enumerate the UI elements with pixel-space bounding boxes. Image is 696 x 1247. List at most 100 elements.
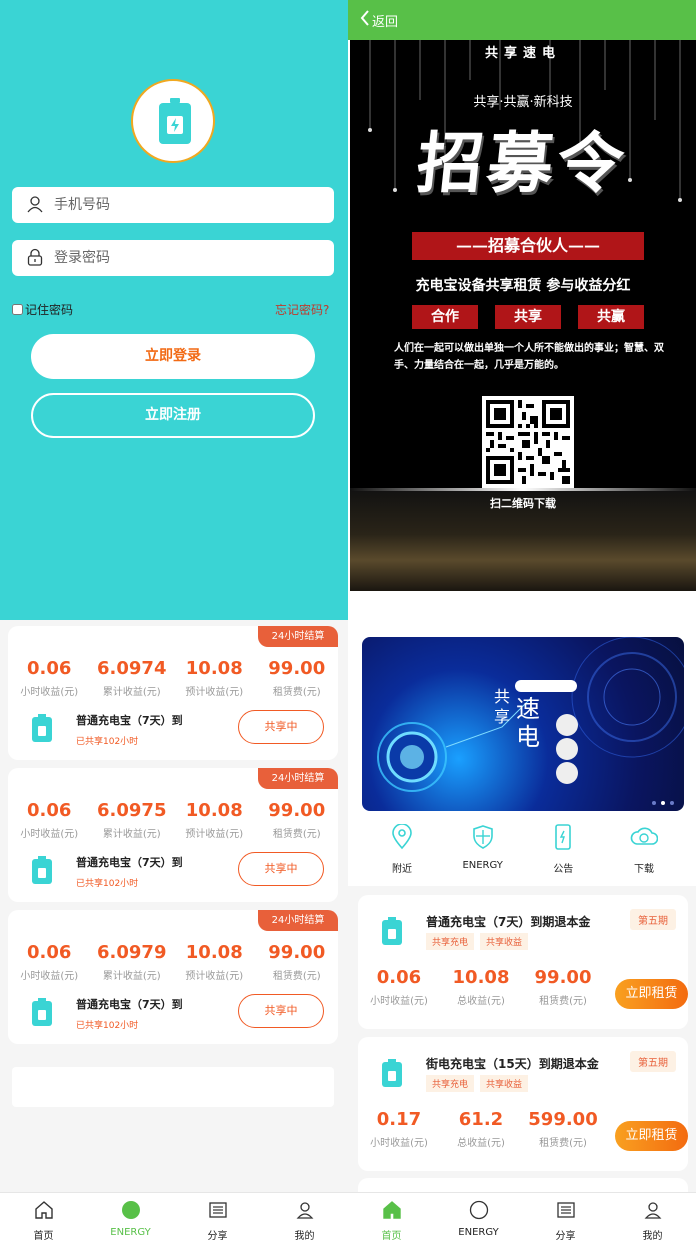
order-card[interactable]: 24小时结算 0.06 小时收益(元) 6.0979 累计收益(元) 10.08 预计…: [8, 910, 338, 1044]
home-banner-carousel[interactable]: 共 享 速 电: [362, 637, 684, 811]
rent-now-button[interactable]: 立即租赁: [615, 1121, 688, 1151]
quick-item-download[interactable]: 下载: [604, 824, 684, 875]
remember-label: 记住密码: [25, 303, 74, 317]
stat-label: 租赁费(元): [539, 996, 587, 1007]
tab-energy[interactable]: ENERGY: [87, 1193, 174, 1247]
forgot-password-link[interactable]: 忘记密码?: [275, 301, 329, 318]
stat-label: 预计收益(元): [185, 971, 244, 982]
tab-home[interactable]: 首页: [348, 1193, 435, 1247]
banner-word: 电: [516, 723, 540, 751]
order-shared-hours: 已共享102小时: [76, 879, 139, 889]
tab-share[interactable]: 分享: [174, 1193, 261, 1247]
energy-dot-icon: [121, 1201, 140, 1219]
quick-label: 下载: [633, 864, 654, 875]
power-bank-icon: [32, 714, 52, 742]
stat-value: 10.08: [452, 967, 510, 988]
power-bank-icon: [32, 998, 52, 1026]
sharing-button[interactable]: 共享中: [238, 994, 324, 1028]
tab-mine[interactable]: 我的: [609, 1193, 696, 1247]
tab-share[interactable]: 分享: [522, 1193, 609, 1247]
tab-label: ENERGY: [458, 1227, 499, 1238]
stat-label: 小时收益(元): [20, 829, 79, 840]
settlement-badge: 24小时结算: [258, 910, 338, 931]
tab-label: 首页: [381, 1231, 402, 1242]
poster-page: 返回 共享速电 共享·共赢·新科技 招募令 ——招募合伙人—— 充电宝设备共享租…: [348, 0, 696, 620]
period-badge: 第五期: [630, 1051, 676, 1072]
product-chip: 共享充电: [426, 1075, 475, 1092]
tab-mine[interactable]: 我的: [261, 1193, 348, 1247]
poster-headline: 招募令: [413, 124, 632, 202]
stat-label: 小时收益(元): [20, 687, 79, 698]
tab-energy[interactable]: ENERGY: [435, 1193, 522, 1247]
share-list-icon: [208, 1202, 227, 1218]
stat-label: 小时收益(元): [370, 996, 428, 1007]
product-chip: 共享充电: [426, 933, 475, 950]
stat-label: 小时收益(元): [370, 1138, 428, 1149]
stat-label: 累计收益(元): [102, 971, 161, 982]
carousel-dots[interactable]: [652, 801, 674, 805]
qr-code[interactable]: [482, 396, 574, 488]
stat-label: 小时收益(元): [20, 971, 79, 982]
quick-label: ENERGY: [462, 860, 503, 871]
stat-label: 累计收益(元): [102, 829, 161, 840]
settlement-badge: 24小时结算: [258, 626, 338, 647]
orders-panel: 24小时结算 0.06 小时收益(元) 6.0974 累计收益(元) 10.08 预计…: [0, 620, 348, 1192]
poster-tag: 共赢: [578, 305, 644, 329]
stat-value: 10.08: [185, 800, 243, 821]
back-label[interactable]: 返回: [372, 11, 398, 30]
order-product-name: 普通充电宝（7天）到: [76, 856, 183, 869]
chevron-left-icon[interactable]: [360, 10, 370, 26]
banner-word: 共: [494, 687, 511, 706]
rent-now-button[interactable]: 立即租赁: [615, 979, 688, 1009]
location-icon: [392, 823, 412, 850]
bottom-tab-bar-right: 首页 ENERGY 分享 我的: [348, 1192, 696, 1247]
banner-word-group: 速 电: [516, 695, 540, 751]
tab-label: ENERGY: [110, 1227, 151, 1238]
power-bank-icon: [382, 1059, 402, 1087]
stat-value: 0.06: [27, 942, 72, 963]
register-button[interactable]: 立即注册: [31, 393, 315, 438]
password-field[interactable]: [12, 240, 334, 276]
remember-checkbox[interactable]: [12, 304, 23, 315]
order-stats: 0.06 小时收益(元) 6.0974 累计收益(元) 10.08 预计收益(元) 9…: [8, 658, 338, 698]
order-shared-hours: 已共享102小时: [76, 737, 139, 747]
back-bar[interactable]: 返回: [348, 0, 696, 40]
product-card[interactable]: 街电充电宝（15天）到期退本金 共享充电 共享收益 第五期 0.17 小时收益(元…: [358, 1037, 688, 1171]
order-card[interactable]: 24小时结算 0.06 小时收益(元) 6.0975 累计收益(元) 10.08 预计…: [8, 768, 338, 902]
stat-value: 99.00: [268, 800, 326, 821]
home-panel: 共 享 速 电 附近 ENERGY 公告 下载 普通充电宝（7天）到期退本金 共…: [348, 620, 696, 1198]
order-stats: 0.06 小时收益(元) 6.0979 累计收益(元) 10.08 预计收益(元) 9…: [8, 942, 338, 982]
banner-word-group: 共 享: [494, 687, 510, 727]
quick-label: 公告: [553, 864, 574, 875]
tab-label: 分享: [207, 1231, 228, 1242]
energy-dot-icon: [469, 1200, 488, 1220]
stat-value: 6.0975: [97, 800, 167, 821]
quick-item-nearby[interactable]: 附近: [362, 823, 442, 875]
share-list-icon: [556, 1202, 575, 1218]
order-card[interactable]: 24小时结算 0.06 小时收益(元) 6.0974 累计收益(元) 10.08 预计…: [8, 626, 338, 760]
stat-value: 0.06: [376, 967, 422, 988]
product-card[interactable]: 普通充电宝（7天）到期退本金 共享充电 共享收益 第五期 0.06 小时收益(元)…: [358, 895, 688, 1029]
stat-value: 99.00: [534, 967, 592, 988]
stat-value: 10.08: [185, 658, 243, 679]
phone-charge-icon: [555, 824, 572, 850]
order-product-name: 普通充电宝（7天）到: [76, 714, 183, 727]
phone-field[interactable]: [12, 187, 334, 223]
quick-item-notice[interactable]: 公告: [523, 824, 603, 875]
stat-value: 0.06: [27, 658, 72, 679]
phone-input[interactable]: [54, 193, 324, 217]
sharing-button[interactable]: 共享中: [238, 852, 324, 886]
stat-label: 租赁费(元): [539, 1138, 587, 1149]
poster-brand: 共享速电: [484, 46, 561, 61]
battery-logo-icon: [159, 98, 191, 144]
poster-recruit-banner: ——招募合伙人——: [412, 232, 644, 260]
tab-home[interactable]: 首页: [0, 1193, 87, 1247]
sharing-button[interactable]: 共享中: [238, 710, 324, 744]
stat-label: 预计收益(元): [185, 829, 244, 840]
password-input[interactable]: [54, 246, 324, 270]
stat-value: 0.06: [27, 800, 72, 821]
power-bank-icon: [32, 856, 52, 884]
remember-password[interactable]: 记住密码: [12, 301, 73, 318]
login-button[interactable]: 立即登录: [31, 334, 315, 379]
quick-item-energy[interactable]: ENERGY: [443, 824, 523, 875]
